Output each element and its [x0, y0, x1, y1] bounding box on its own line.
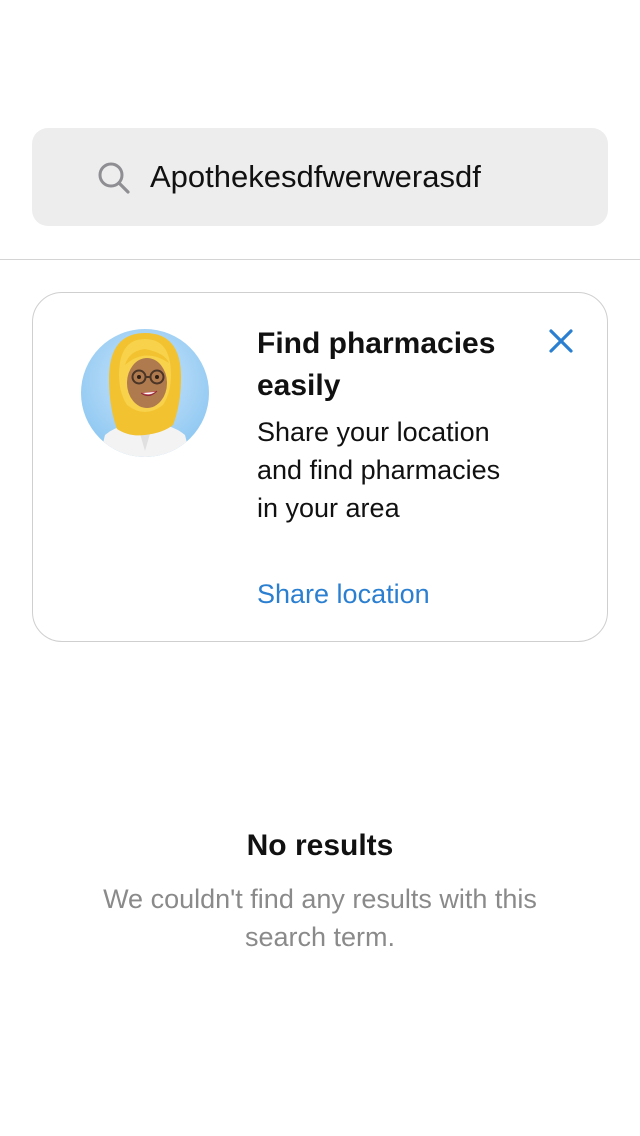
card-title: Find pharmacies easily: [257, 327, 496, 402]
card-description: Share your location and find pharmacies …: [257, 417, 501, 523]
share-location-link[interactable]: Share location: [257, 577, 430, 611]
search-bar[interactable]: [32, 128, 608, 226]
empty-state-title: No results: [246, 829, 394, 862]
empty-state-message: We couldn't find any results with this s…: [103, 884, 537, 952]
pharmacist-avatar: [81, 329, 209, 457]
search-input[interactable]: [150, 128, 590, 226]
search-icon: [98, 162, 130, 194]
divider: [0, 259, 640, 260]
close-icon: [549, 329, 573, 353]
close-button[interactable]: [541, 321, 581, 361]
location-card: Find pharmacies easily Share your locati…: [32, 292, 608, 642]
